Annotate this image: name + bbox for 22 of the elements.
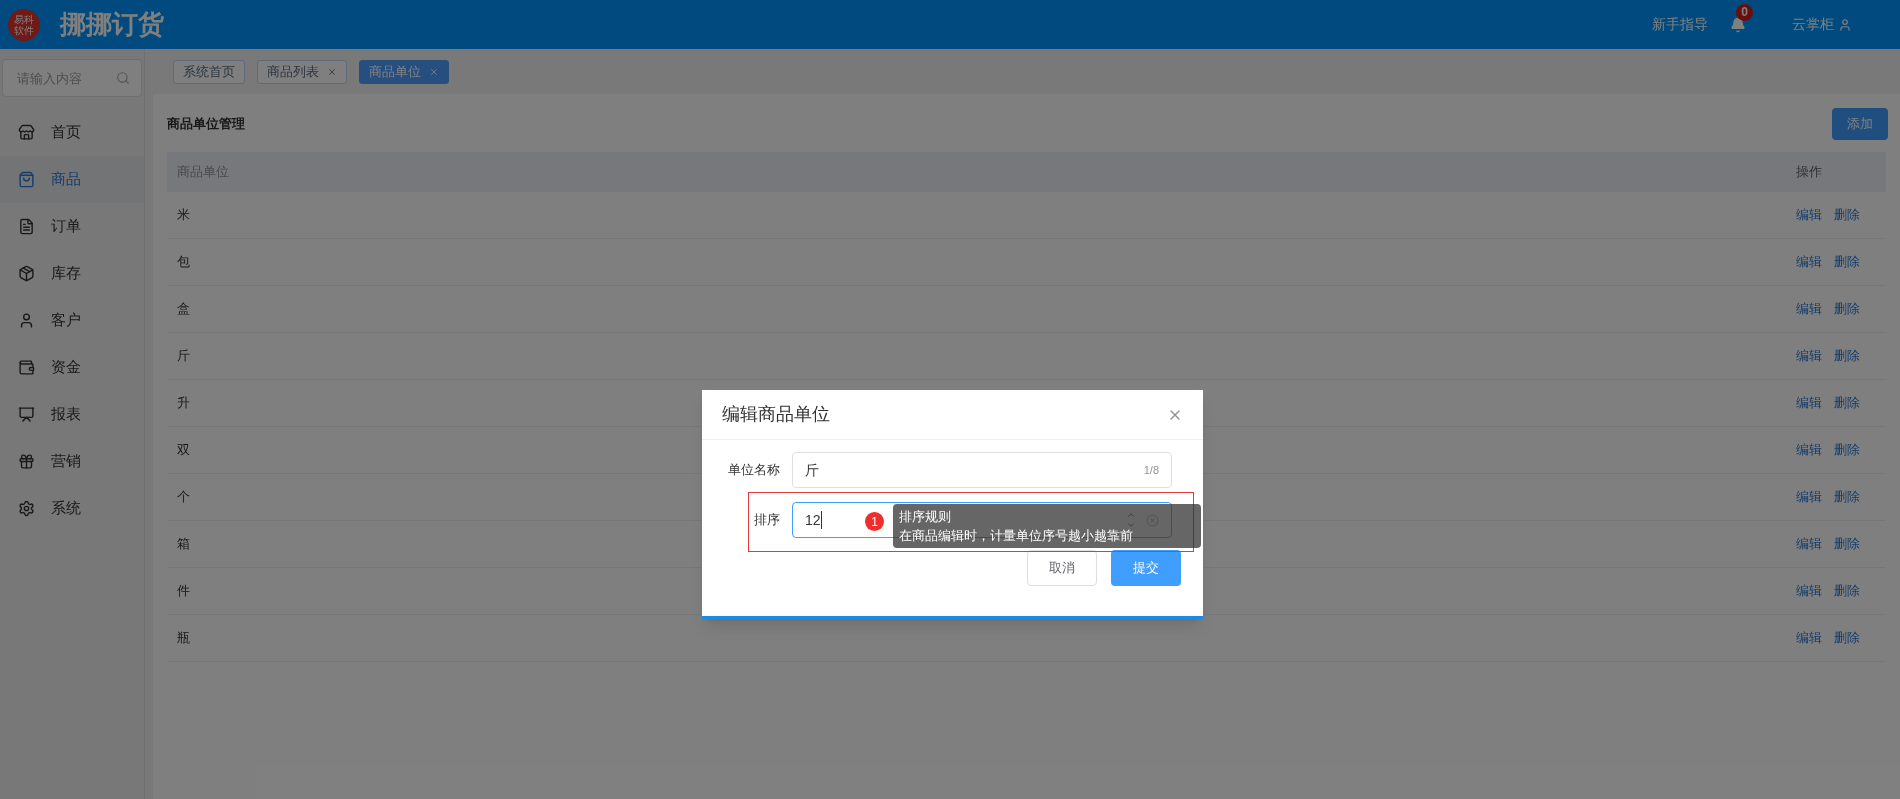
table-cell-text: 件 [177,582,190,601]
table-cell-text: 包 [177,253,190,272]
column-header: 操作 [1796,163,1823,182]
panel-title: 商品单位管理 [167,115,245,134]
logo: 易科软件 [8,8,40,41]
table-cell-text: 升 [177,394,190,413]
tooltip-title: 排序规则 [899,508,952,526]
step-badge: 1 [865,512,884,531]
tooltip-text: 在商品编辑时，计量单位序号越小越靠前 [899,527,1134,545]
table-cell-text: 双 [177,441,190,460]
table-cell-text: 箱 [177,535,190,554]
table-cell-text: 米 [177,206,190,225]
field-label: 单位名称 [727,461,781,480]
dialog-title: 编辑商品单位 [722,403,830,426]
app-title: 挪挪订货 [60,8,164,41]
table-cell-text: 斤 [177,347,190,366]
notification-badge: 0 [1736,3,1753,21]
table-cell-text: 盒 [177,300,190,319]
table-cell-text: 瓶 [177,629,190,648]
char-counter: 1/8 [1143,462,1159,478]
field-label: 排序 [753,511,781,530]
table-cell-text: 个 [177,488,190,507]
